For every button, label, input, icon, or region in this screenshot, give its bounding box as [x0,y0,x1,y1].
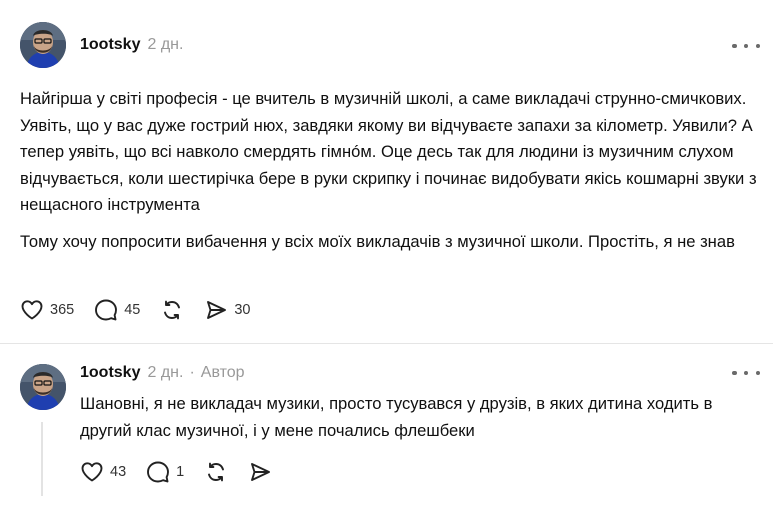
thread-line [41,422,43,496]
comment-icon [95,299,118,321]
comment-count: 45 [124,302,141,318]
username[interactable]: 1ootsky [80,364,140,382]
share-button[interactable] [248,460,272,484]
like-count: 43 [110,464,127,480]
like-button[interactable]: 43 [80,460,126,484]
post-header: 1ootsky 2 дн. [80,36,183,54]
reply-header: 1ootsky 2 дн. · Автор [80,364,245,382]
more-icon[interactable] [732,363,760,383]
post-paragraph: Найгірша у світі професія - це вчитель в… [20,89,757,214]
timestamp[interactable]: 2 дн. [147,36,183,54]
reply: 1ootsky 2 дн. · Автор Шановні, я не викл… [0,344,773,506]
send-icon [207,301,227,319]
share-count: 30 [234,302,251,318]
avatar[interactable] [20,364,66,410]
comment-count: 1 [176,464,185,480]
repost-icon [208,462,225,482]
post-paragraph: Тому хочу попросити вибачення у всіх мої… [20,232,735,251]
heart-icon [81,462,103,482]
timestamp[interactable]: 2 дн. [147,364,183,382]
repost-button[interactable] [160,298,184,322]
heart-icon [21,300,43,320]
like-count: 365 [50,302,75,318]
avatar[interactable] [20,22,66,68]
more-icon[interactable] [732,36,760,56]
reply-actions: 43 1 [80,460,292,484]
author-label: Автор [200,364,245,381]
comment-icon [147,461,170,483]
username[interactable]: 1ootsky [80,36,140,54]
repost-button[interactable] [204,460,228,484]
post-actions: 365 45 30 [20,298,270,322]
reply-text: Шановні, я не викладач музики, просто ту… [80,394,713,440]
repost-icon [164,300,181,320]
send-icon [251,463,271,481]
post: 1ootsky 2 дн. Найгірша у світі професія … [0,0,773,344]
comment-button[interactable]: 1 [146,460,184,484]
share-button[interactable]: 30 [204,298,250,322]
like-button[interactable]: 365 [20,298,74,322]
separator: · [189,364,195,381]
comment-button[interactable]: 45 [94,298,140,322]
